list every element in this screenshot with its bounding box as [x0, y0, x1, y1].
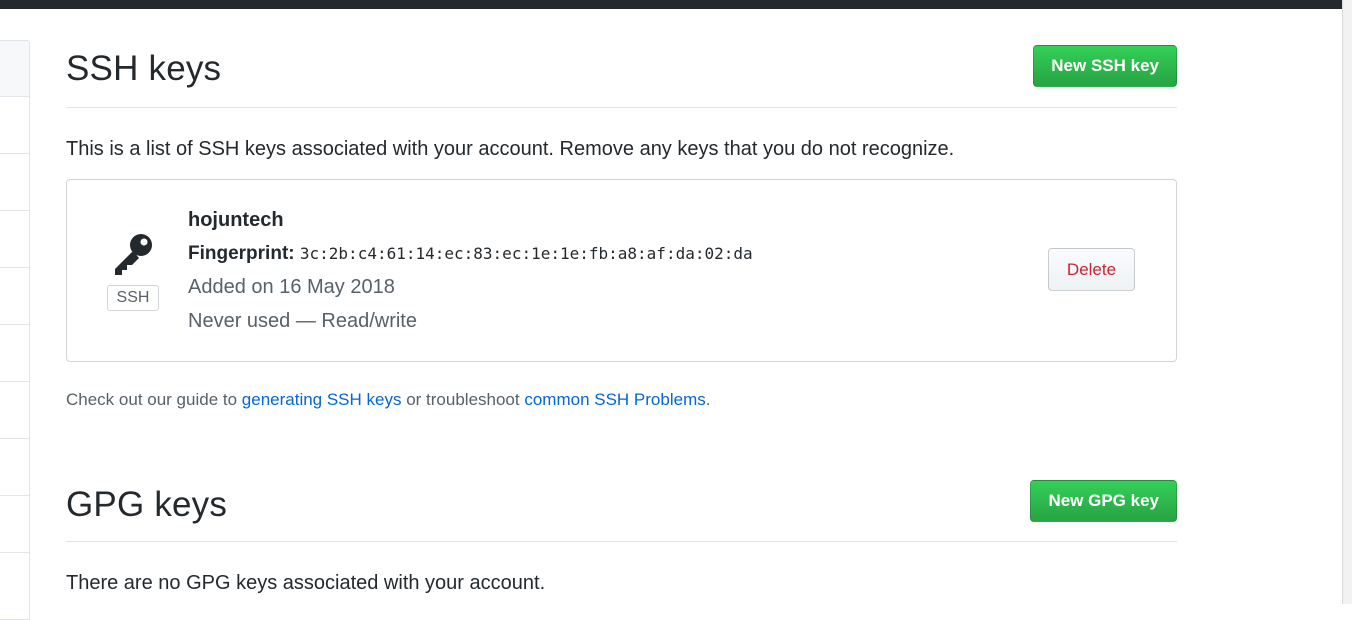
sidebar-item[interactable]	[0, 382, 29, 439]
sidebar-item[interactable]	[0, 439, 29, 496]
window-scrollbar[interactable]	[1342, 0, 1352, 604]
ssh-guide-text: Check out our guide to generating SSH ke…	[66, 390, 710, 410]
ssh-section-title: SSH keys	[66, 49, 222, 88]
gpg-section-header: GPG keys New GPG key	[66, 472, 1177, 542]
gpg-section-title: GPG keys	[66, 485, 228, 524]
top-nav-bar	[0, 0, 1342, 9]
key-name: hojuntech	[188, 209, 284, 231]
ssh-key-item: SSH hojuntech Fingerprint: 3c:2b:c4:61:1…	[66, 179, 1177, 362]
common-ssh-problems-link[interactable]: common SSH Problems	[524, 390, 705, 409]
fingerprint-row: Fingerprint: 3c:2b:c4:61:14:ec:83:ec:1e:…	[188, 242, 753, 275]
sidebar-item[interactable]	[0, 325, 29, 382]
key-icon	[115, 234, 152, 275]
ssh-type-label: SSH	[107, 285, 159, 311]
generating-ssh-keys-link[interactable]: generating SSH keys	[242, 390, 402, 409]
sidebar-item[interactable]	[0, 496, 29, 553]
sidebar-item[interactable]	[0, 154, 29, 211]
delete-key-button[interactable]: Delete	[1048, 248, 1135, 291]
settings-sidebar	[0, 40, 30, 620]
key-details: hojuntech Fingerprint: 3c:2b:c4:61:14:ec…	[188, 208, 753, 343]
key-added-date: Added on 16 May 2018	[188, 276, 395, 298]
new-gpg-key-button[interactable]: New GPG key	[1030, 480, 1177, 522]
sidebar-item[interactable]	[0, 268, 29, 325]
fingerprint-value: 3c:2b:c4:61:14:ec:83:ec:1e:1e:fb:a8:af:d…	[299, 244, 753, 263]
ssh-description: This is a list of SSH keys associated wi…	[66, 138, 955, 160]
new-ssh-key-button[interactable]: New SSH key	[1033, 45, 1177, 87]
sidebar-item[interactable]	[0, 211, 29, 268]
guide-middle: or troubleshoot	[401, 390, 525, 409]
guide-prefix: Check out our guide to	[66, 390, 242, 409]
guide-suffix: .	[705, 390, 711, 409]
sidebar-item[interactable]	[0, 97, 29, 154]
gpg-description: There are no GPG keys associated with yo…	[66, 572, 546, 594]
fingerprint-label: Fingerprint:	[188, 243, 295, 264]
sidebar-item[interactable]	[0, 41, 29, 97]
ssh-section-header: SSH keys New SSH key	[66, 40, 1177, 108]
key-usage: Never used — Read/write	[188, 310, 417, 332]
